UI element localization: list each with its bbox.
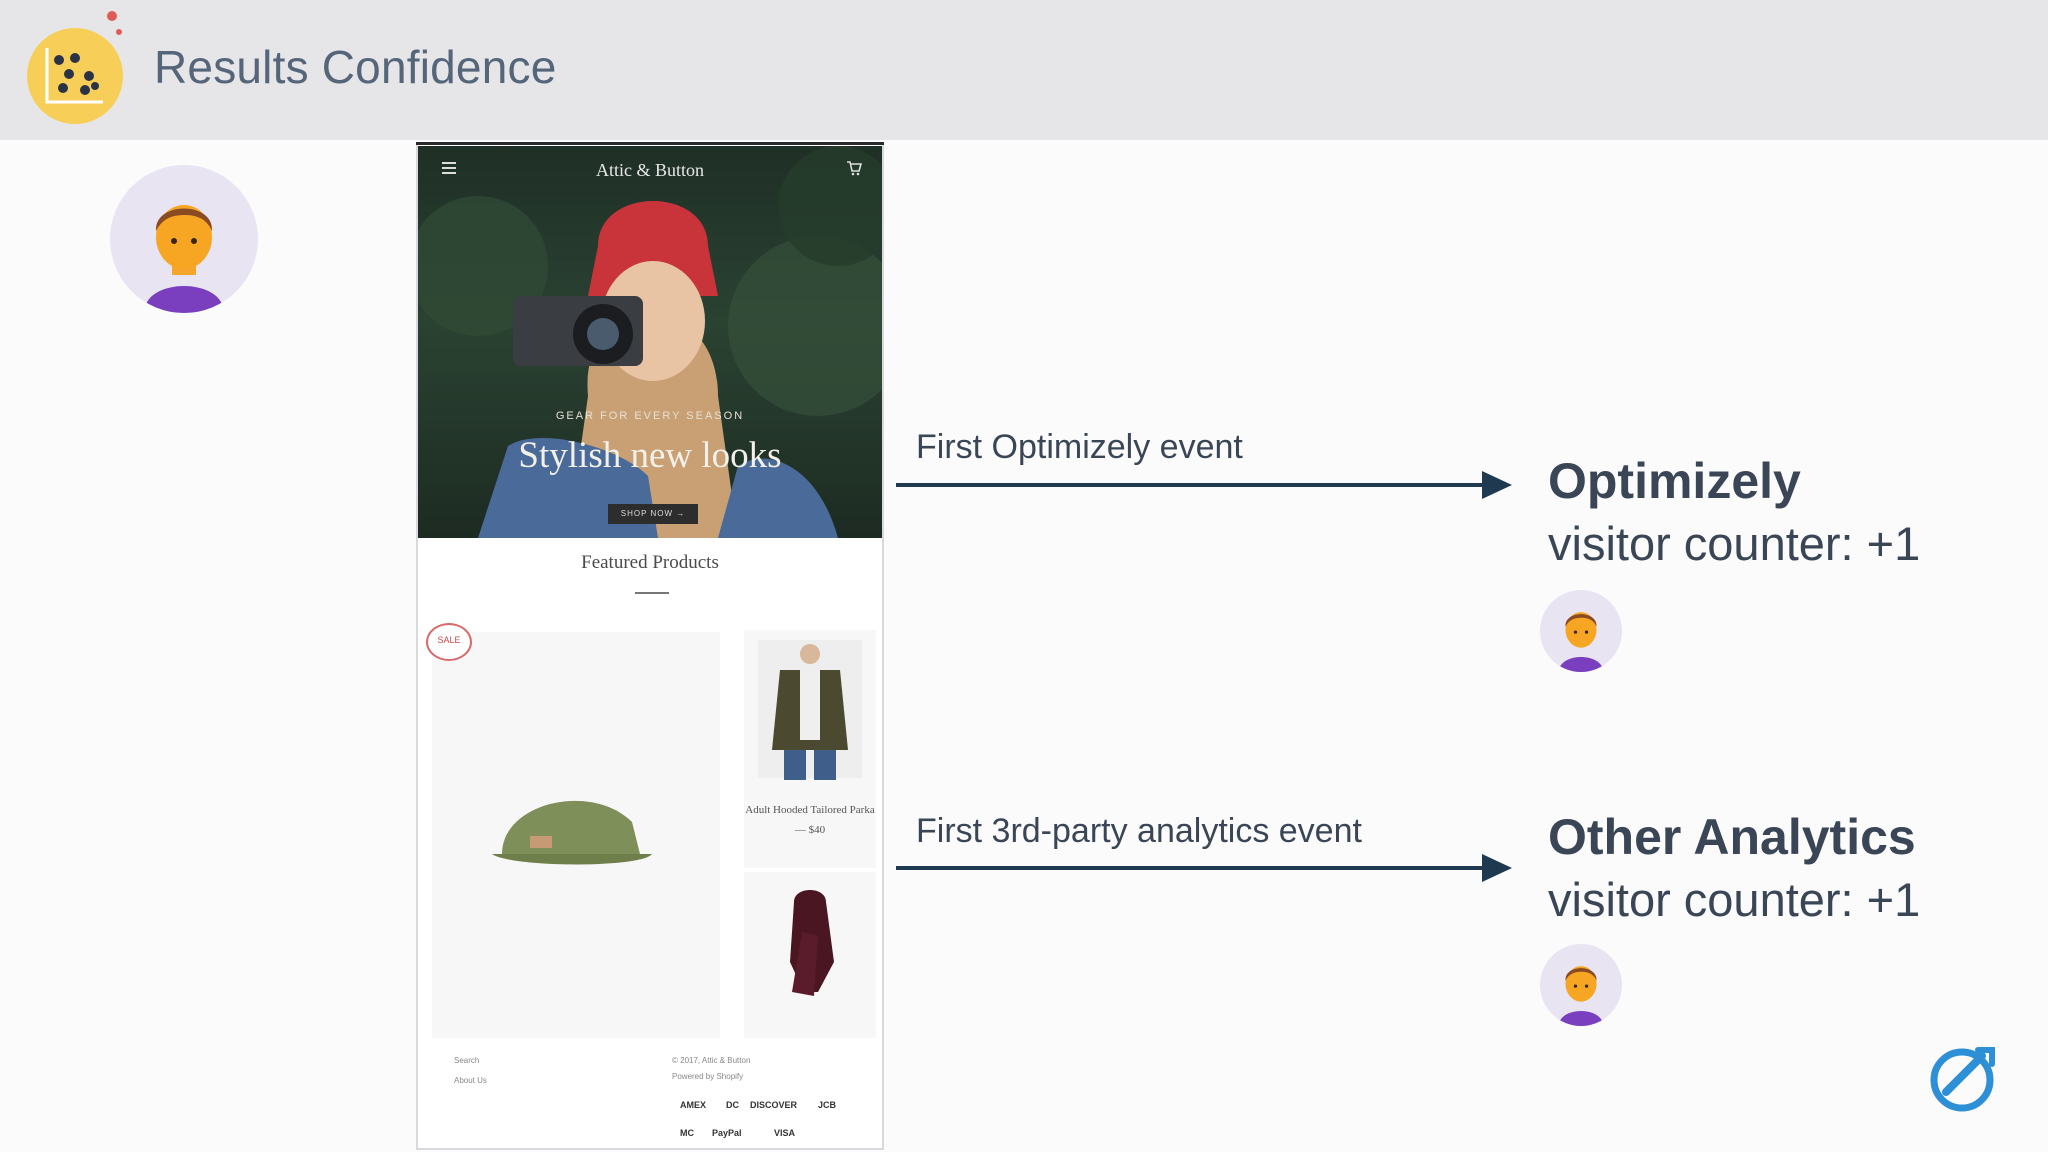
user-avatar-icon (1540, 590, 1622, 672)
optimizely-logo-icon (1926, 1040, 2002, 1116)
hero-heading: Stylish new looks (518, 435, 782, 476)
optimizely-title: Optimizely (1548, 453, 1801, 509)
header-bar: Results Confidence (0, 0, 2048, 140)
product-card-hat[interactable] (432, 632, 720, 1038)
payment-visa: VISA (774, 1128, 796, 1138)
footer-powered: Powered by Shopify (672, 1072, 744, 1081)
scatter-plot-logo-icon (27, 28, 123, 124)
phone-top-edge (416, 142, 884, 145)
payment-paypal: PayPal (712, 1128, 742, 1138)
logo-accent-dot (107, 11, 117, 21)
payment-mastercard: MC (680, 1128, 694, 1138)
hero-tagline: GEAR FOR EVERY SEASON (555, 410, 745, 422)
product-name[interactable]: Adult Hooded Tailored Parka — $40 (740, 800, 880, 840)
payment-discover: DISCOVER (750, 1100, 798, 1110)
divider (635, 592, 669, 594)
optimizely-counter: visitor counter: +1 (1548, 517, 1921, 570)
featured-products-title: Featured Products (581, 552, 719, 573)
user-avatar-icon (110, 165, 258, 313)
page-title: Results Confidence (154, 41, 557, 93)
analytics-arrow (896, 866, 1486, 870)
sale-badge: SALE (426, 623, 472, 661)
analytics-event-label: First 3rd-party analytics event (916, 812, 1362, 850)
optimizely-event-label: First Optimizely event (916, 428, 1243, 466)
logo-accent-dot (116, 29, 122, 35)
arrowhead-icon (1482, 854, 1512, 882)
analytics-title: Other Analytics (1548, 809, 1916, 865)
footer-link-about[interactable]: About Us (454, 1076, 487, 1085)
payment-jcb: JCB (818, 1100, 837, 1110)
footer-copyright: © 2017, Attic & Button (672, 1056, 751, 1065)
product-card-scarf[interactable] (744, 872, 876, 1038)
payment-dc: DC (726, 1100, 739, 1110)
cart-icon[interactable] (846, 160, 863, 181)
arrowhead-icon (1482, 471, 1512, 499)
analytics-counter: visitor counter: +1 (1548, 873, 1921, 926)
shop-now-button[interactable]: SHOP NOW → (608, 504, 698, 524)
hero-banner: Attic & Button GEAR FOR EVERY SEASON Sty… (418, 146, 882, 538)
payment-amex: AMEX (680, 1100, 707, 1110)
footer-link-search[interactable]: Search (454, 1056, 479, 1065)
store-brand[interactable]: Attic & Button (418, 160, 882, 181)
optimizely-arrow (896, 483, 1486, 487)
user-avatar-icon (1540, 944, 1622, 1026)
mobile-store-screenshot: Attic & Button GEAR FOR EVERY SEASON Sty… (416, 142, 884, 1150)
